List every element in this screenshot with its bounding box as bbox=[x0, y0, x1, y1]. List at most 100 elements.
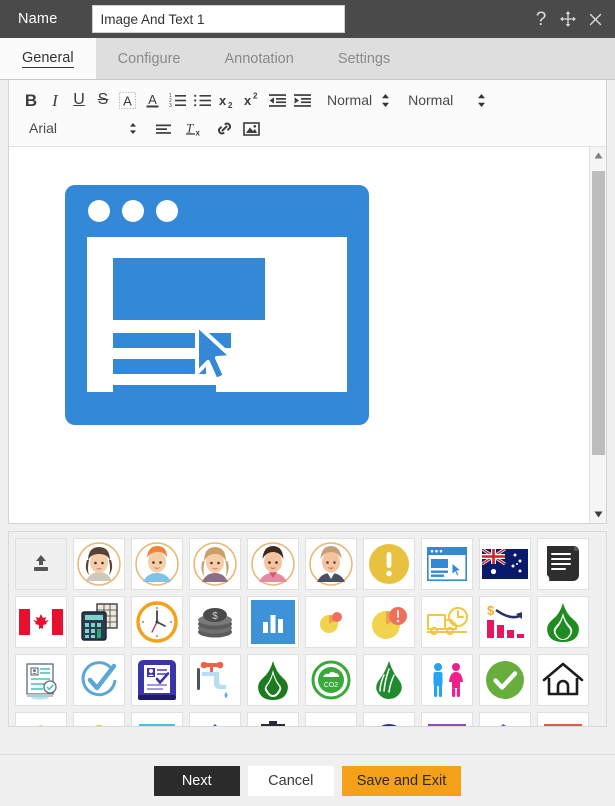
partial-blue-circle-icon[interactable] bbox=[305, 712, 357, 726]
cancel-button-label: Cancel bbox=[268, 772, 314, 789]
align-icon[interactable] bbox=[151, 115, 176, 141]
link-icon[interactable] bbox=[212, 115, 237, 141]
partial-navy-arc-icon[interactable] bbox=[363, 712, 415, 726]
warning-exclamation-icon[interactable] bbox=[363, 538, 415, 590]
title-bar: Name ? bbox=[0, 0, 615, 38]
check-circle-green-icon[interactable] bbox=[479, 654, 531, 706]
paragraph-style-dropdown[interactable]: Normal bbox=[390, 92, 486, 108]
clock-icon[interactable] bbox=[131, 596, 183, 648]
svg-text:CO2: CO2 bbox=[324, 682, 339, 689]
tab-configure[interactable]: Configure bbox=[96, 38, 203, 79]
house-outline-icon[interactable] bbox=[537, 654, 589, 706]
browser-window-icon[interactable] bbox=[421, 538, 473, 590]
tab-annotation[interactable]: Annotation bbox=[202, 38, 315, 79]
svg-text:T: T bbox=[186, 120, 194, 135]
strikethrough-icon[interactable]: S bbox=[91, 87, 115, 113]
avatar-man-dark-hair-icon[interactable] bbox=[247, 538, 299, 590]
icon-palette[interactable]: $ $ CO2 bbox=[8, 531, 607, 727]
indent-icon[interactable] bbox=[290, 87, 315, 113]
help-icon[interactable]: ? bbox=[531, 10, 551, 29]
italic-icon[interactable]: I bbox=[43, 87, 67, 113]
avatar-woman-blonde-icon[interactable] bbox=[189, 538, 241, 590]
unordered-list-icon[interactable] bbox=[190, 87, 215, 113]
pie-chart-large-icon[interactable] bbox=[363, 596, 415, 648]
next-button[interactable]: Next bbox=[153, 765, 240, 796]
svg-text:A: A bbox=[148, 92, 157, 107]
text-color-icon[interactable]: A bbox=[140, 87, 165, 113]
tab-configure-label: Configure bbox=[117, 50, 181, 67]
co2-circle-icon[interactable]: CO2 bbox=[305, 654, 357, 706]
move-arrows-icon[interactable] bbox=[559, 10, 579, 28]
toolbar-row-2: Arial T x bbox=[19, 114, 600, 142]
avatar-man-orange-hair-icon[interactable] bbox=[131, 538, 183, 590]
window-controls: ? bbox=[531, 0, 607, 38]
canvas-scrollbar[interactable] bbox=[589, 147, 606, 523]
green-flame-dark-icon[interactable] bbox=[247, 654, 299, 706]
declining-bar-chart-icon[interactable]: $ bbox=[479, 596, 531, 648]
close-icon[interactable] bbox=[587, 11, 607, 28]
bar-chart-blue-icon[interactable] bbox=[247, 596, 299, 648]
editor-canvas[interactable] bbox=[9, 147, 606, 523]
browser-window-with-cursor-icon[interactable] bbox=[65, 185, 369, 429]
ordered-list-icon[interactable]: 123 bbox=[165, 87, 190, 113]
green-leaf-flame-icon[interactable] bbox=[363, 654, 415, 706]
scroll-up-arrow-icon[interactable] bbox=[590, 147, 606, 164]
highlight-color-icon[interactable]: A bbox=[115, 87, 140, 113]
green-flame-icon[interactable] bbox=[537, 596, 589, 648]
partial-purple-bar-icon[interactable] bbox=[421, 712, 473, 726]
subscript-icon[interactable]: x 2 bbox=[215, 87, 240, 113]
svg-text:2: 2 bbox=[228, 101, 233, 110]
tab-settings[interactable]: Settings bbox=[316, 38, 412, 79]
canada-flag-icon[interactable] bbox=[15, 596, 67, 648]
partial-red-bar-icon[interactable] bbox=[537, 712, 589, 726]
cancel-button[interactable]: Cancel bbox=[247, 765, 334, 796]
partial-orange-icon[interactable] bbox=[15, 712, 67, 726]
avatar-woman-brown-hair-icon[interactable] bbox=[73, 538, 125, 590]
tab-annotation-label: Annotation bbox=[224, 50, 294, 67]
scrollbar-thumb[interactable] bbox=[592, 171, 605, 455]
partial-cyan-bar-icon[interactable] bbox=[131, 712, 183, 726]
outdent-icon[interactable] bbox=[265, 87, 290, 113]
bold-icon[interactable]: B bbox=[19, 87, 43, 113]
clear-formatting-icon[interactable]: T x bbox=[182, 115, 208, 141]
chevron-updown-icon-3 bbox=[129, 122, 137, 135]
tab-bar: General Configure Annotation Settings bbox=[0, 38, 615, 80]
checklist-document-icon[interactable] bbox=[15, 654, 67, 706]
toolbar-row-1: B I U S A A 1 2 3 x 2 x 2 Normal Normal bbox=[19, 86, 600, 114]
font-family-value: Arial bbox=[29, 120, 58, 136]
delivery-truck-clock-icon[interactable] bbox=[421, 596, 473, 648]
palette-row-3: CO2 bbox=[15, 654, 606, 706]
svg-text:x: x bbox=[196, 128, 201, 137]
partial-blue-shape-icon[interactable] bbox=[479, 712, 531, 726]
restroom-male-female-icon[interactable] bbox=[421, 654, 473, 706]
coins-stack-icon[interactable]: $ bbox=[189, 596, 241, 648]
australia-flag-icon[interactable] bbox=[479, 538, 531, 590]
name-label: Name bbox=[18, 11, 58, 27]
avatar-man-blonde-icon[interactable] bbox=[305, 538, 357, 590]
id-card-purple-icon[interactable] bbox=[131, 654, 183, 706]
font-family-dropdown[interactable]: Arial bbox=[29, 120, 137, 136]
scroll-down-arrow-icon[interactable] bbox=[590, 506, 606, 523]
tab-general[interactable]: General bbox=[0, 38, 96, 79]
water-tap-icon[interactable] bbox=[189, 654, 241, 706]
scroll-document-icon[interactable] bbox=[537, 538, 589, 590]
underline-icon[interactable]: U bbox=[67, 87, 91, 113]
superscript-icon[interactable]: x 2 bbox=[240, 87, 265, 113]
rich-text-editor: B I U S A A 1 2 3 x 2 x 2 Normal Normal … bbox=[8, 80, 607, 524]
paragraph-style-value: Normal bbox=[408, 92, 454, 108]
save-and-exit-button[interactable]: Save and Exit bbox=[341, 765, 462, 796]
upload-icon[interactable] bbox=[15, 538, 67, 590]
name-input[interactable] bbox=[92, 5, 346, 33]
check-circle-blue-icon[interactable] bbox=[73, 654, 125, 706]
font-size-dropdown[interactable]: Normal bbox=[315, 92, 390, 108]
insert-image-icon[interactable] bbox=[239, 115, 264, 141]
font-size-value: Normal bbox=[327, 92, 373, 108]
partial-dark-icon[interactable] bbox=[247, 712, 299, 726]
pie-chart-small-icon[interactable] bbox=[305, 596, 357, 648]
partial-blue-icon[interactable] bbox=[189, 712, 241, 726]
tab-general-label: General bbox=[22, 49, 74, 68]
partial-orange-dot-icon[interactable] bbox=[73, 712, 125, 726]
scrollbar-track[interactable] bbox=[590, 164, 606, 506]
calculator-icon[interactable] bbox=[73, 596, 125, 648]
save-and-exit-button-label: Save and Exit bbox=[356, 772, 447, 789]
